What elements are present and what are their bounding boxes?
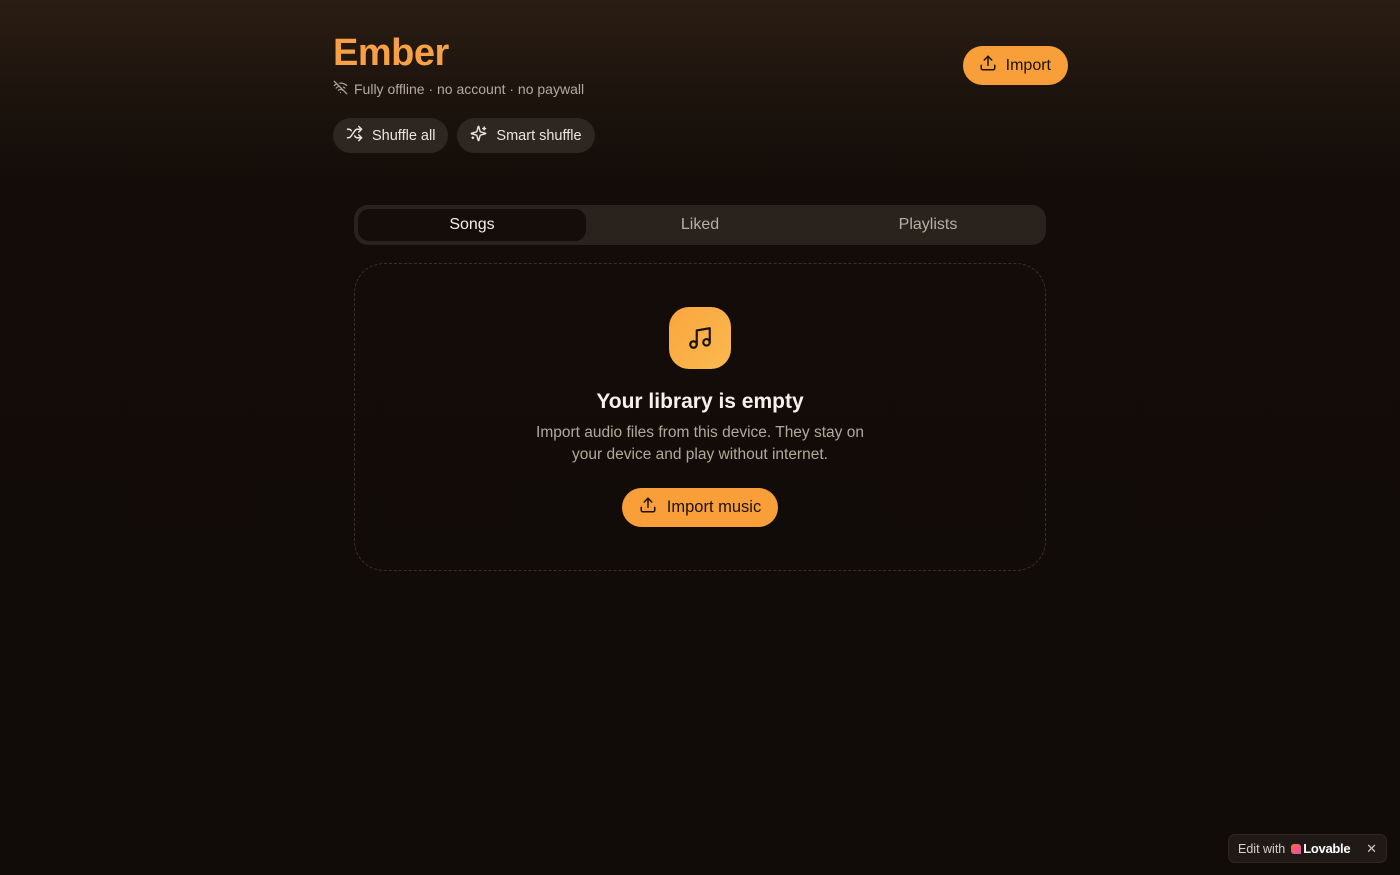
music-note-icon [669, 307, 731, 369]
shuffle-all-label: Shuffle all [372, 127, 436, 144]
badge-prefix: Edit with [1238, 841, 1286, 856]
upload-icon [639, 496, 657, 519]
tab-songs[interactable]: Songs [358, 209, 586, 241]
import-music-label: Import music [666, 498, 762, 516]
close-icon[interactable]: ✕ [1366, 841, 1377, 857]
library-tabs: Songs Liked Playlists [354, 205, 1046, 245]
upload-icon [979, 54, 997, 77]
tab-playlists[interactable]: Playlists [814, 209, 1042, 241]
app-header: Ember Fully offline · no account · no pa… [333, 30, 1068, 160]
lovable-heart-icon [1291, 843, 1302, 854]
tab-liked[interactable]: Liked [586, 209, 814, 241]
sparkles-icon [470, 125, 487, 146]
offline-status-text: Fully offline · no account · no paywall [354, 81, 585, 97]
lovable-brand-text: Lovable [1303, 841, 1351, 856]
import-button[interactable]: Import [962, 46, 1068, 85]
empty-state-title: Your library is empty [596, 390, 804, 413]
smart-shuffle-label: Smart shuffle [496, 127, 582, 144]
empty-library-card: Your library is empty Import audio files… [354, 263, 1046, 571]
offline-status: Fully offline · no account · no paywall [333, 80, 1068, 98]
import-music-button[interactable]: Import music [621, 488, 779, 527]
shuffle-all-button[interactable]: Shuffle all [333, 118, 449, 153]
app-title: Ember [333, 32, 449, 74]
playback-actions: Shuffle all Smart shuffle [333, 118, 595, 153]
wifi-off-icon [333, 80, 348, 98]
lovable-logo: Lovable [1291, 841, 1351, 856]
import-button-label: Import [1005, 56, 1051, 74]
smart-shuffle-button[interactable]: Smart shuffle [457, 118, 595, 153]
empty-state-description: Import audio files from this device. The… [536, 424, 864, 463]
shuffle-icon [346, 125, 363, 146]
edit-with-lovable-badge[interactable]: Edit with Lovable ✕ [1228, 834, 1387, 863]
